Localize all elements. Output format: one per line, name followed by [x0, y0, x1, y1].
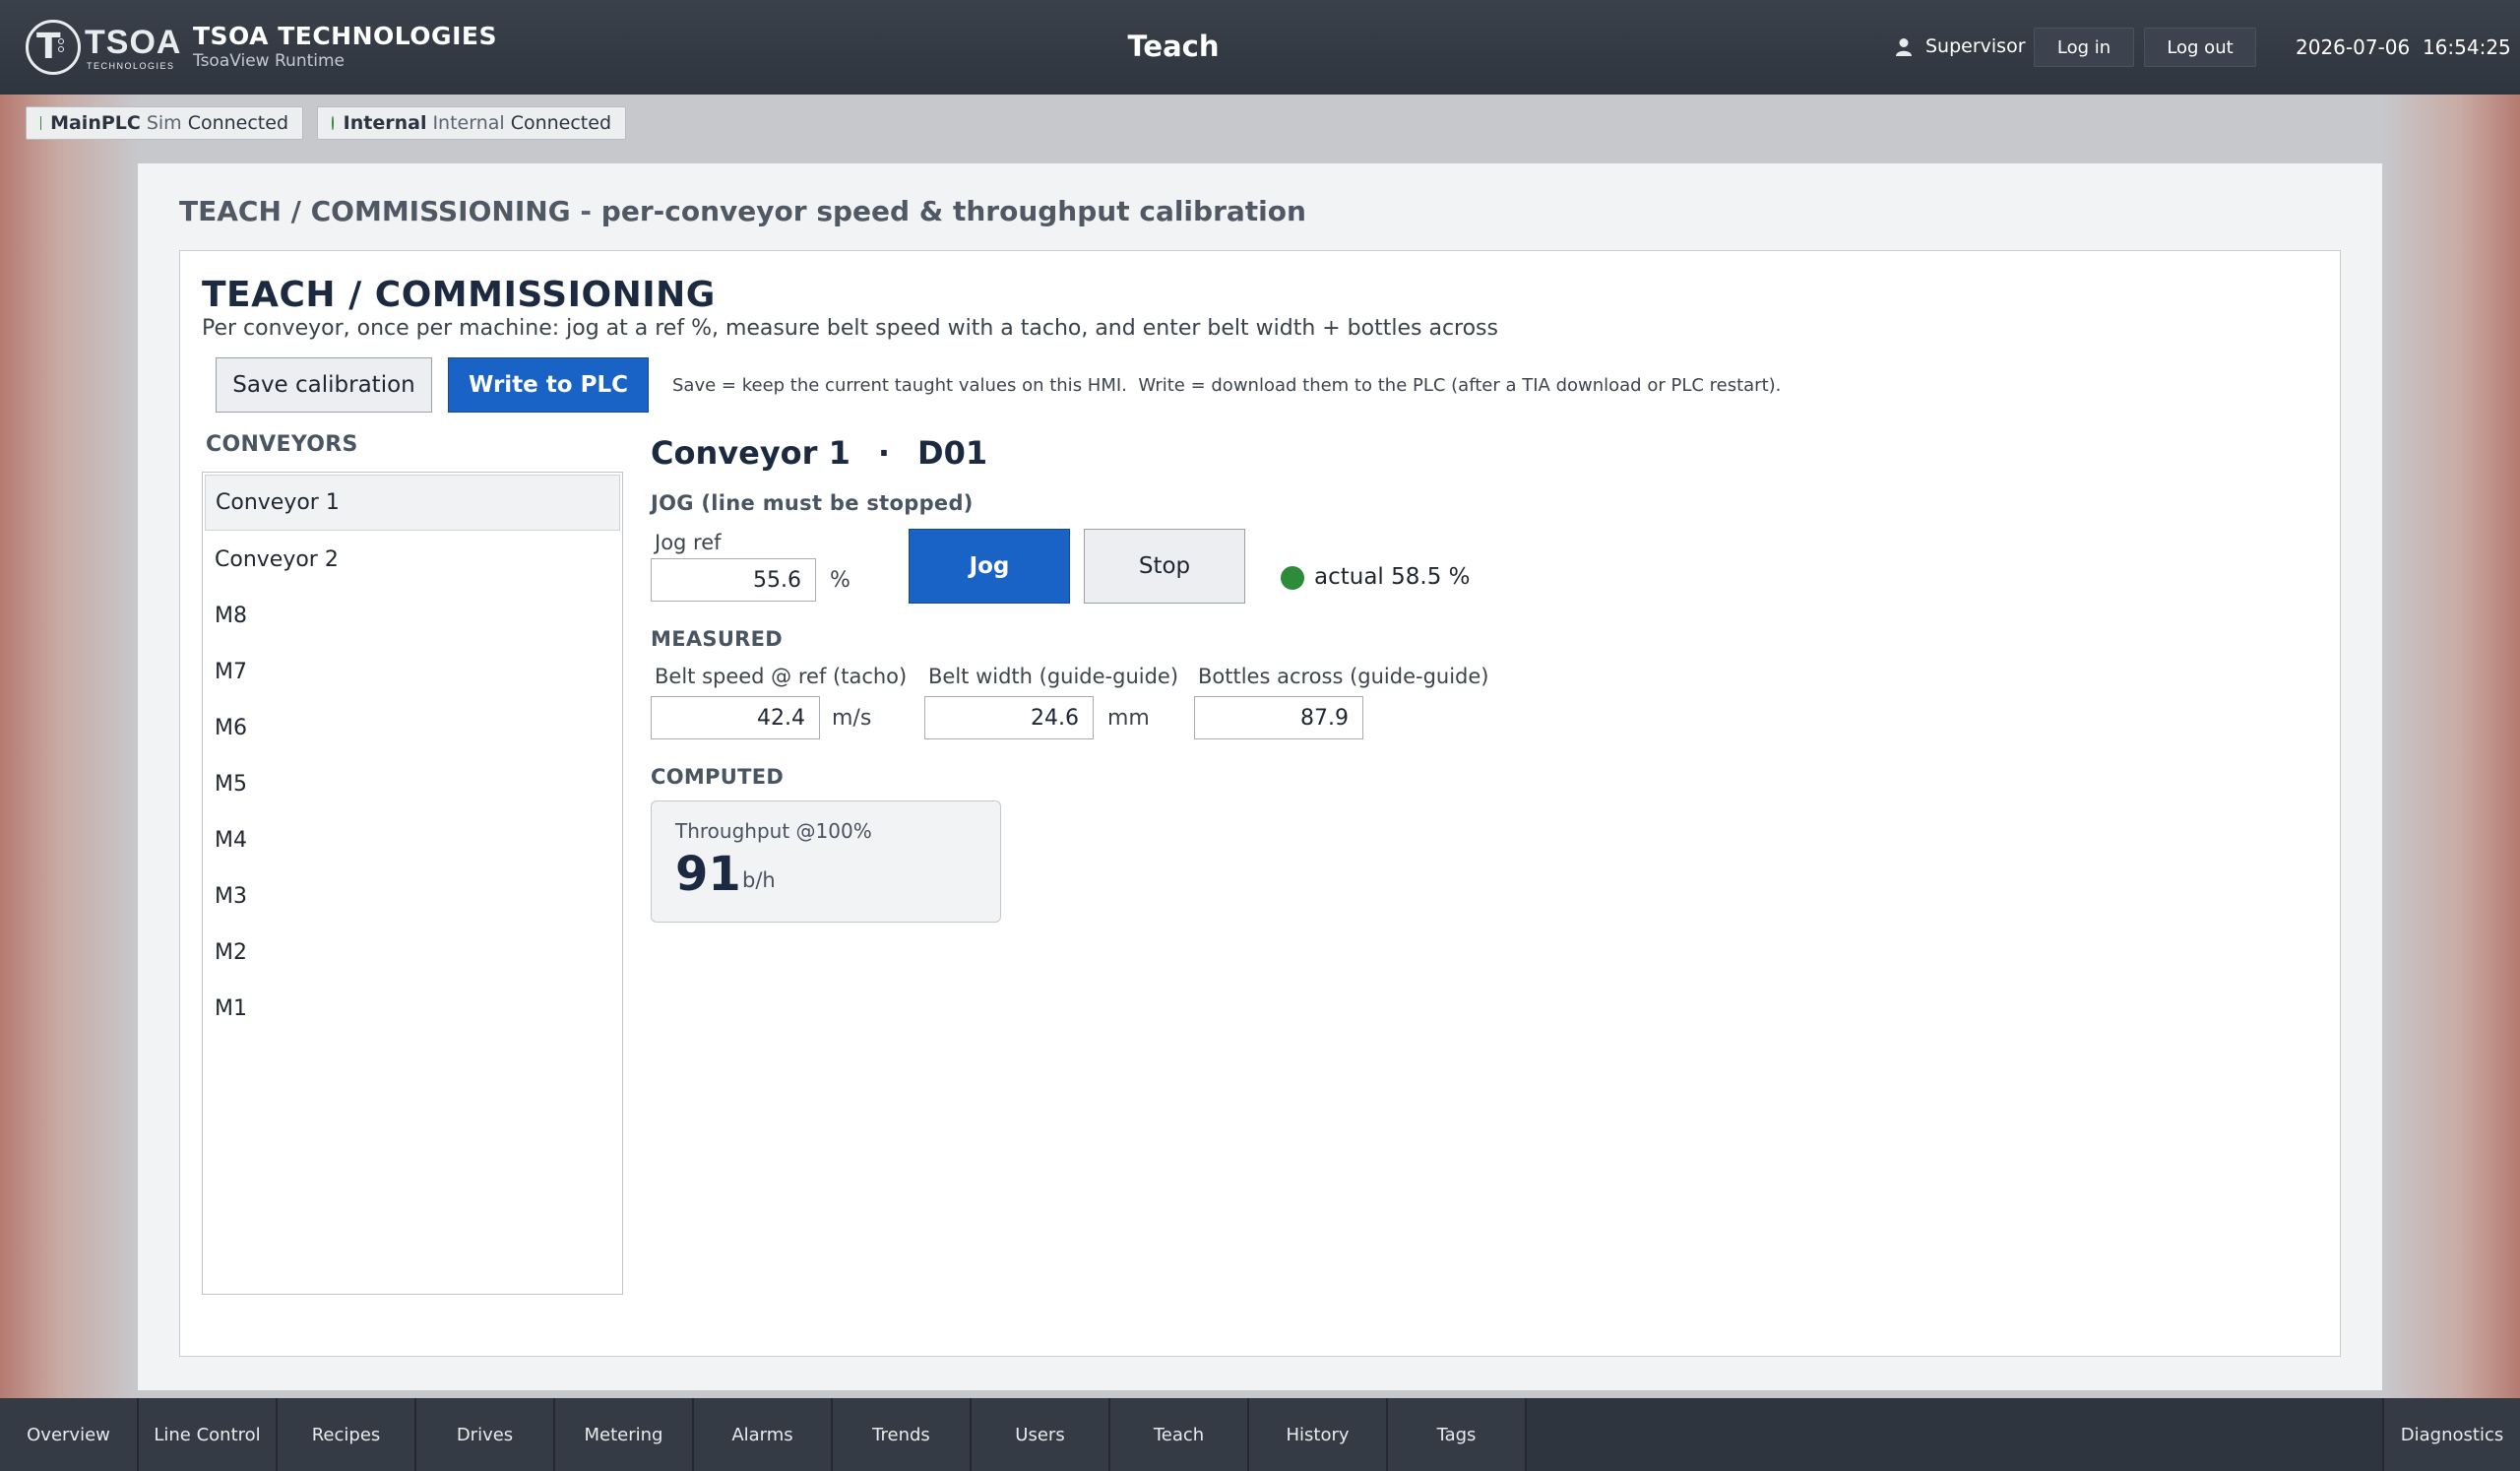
list-item[interactable]: M3 — [205, 868, 620, 925]
nav-tags[interactable]: Tags — [1388, 1398, 1527, 1471]
panel-title-main: TEACH / COMMISSIONING — [179, 195, 571, 227]
jog-section-label: JOG (line must be stopped) — [651, 491, 974, 515]
conveyors-label: CONVEYORS — [206, 432, 358, 457]
page-title: Teach — [1127, 30, 1220, 63]
list-item[interactable]: Conveyor 1 — [205, 475, 620, 531]
list-item[interactable]: Conveyor 2 — [205, 532, 620, 588]
bottom-nav: Overview Line Control Recipes Drives Met… — [0, 1398, 2520, 1471]
list-item[interactable]: M7 — [205, 644, 620, 700]
user-icon — [1896, 38, 1912, 56]
main-panel: TEACH / COMMISSIONING - per-conveyor spe… — [138, 163, 2382, 1390]
list-item[interactable]: M2 — [205, 925, 620, 981]
nav-overview[interactable]: Overview — [0, 1398, 139, 1471]
conveyor-name: Conveyor 1 — [651, 434, 850, 472]
conveyor-code: D01 — [917, 434, 988, 472]
nav-line-control[interactable]: Line Control — [139, 1398, 278, 1471]
jog-ref-label: Jog ref — [655, 531, 722, 554]
current-user: Supervisor — [1925, 35, 2026, 57]
title-separator: · — [877, 434, 890, 472]
connection-status: Connected — [510, 112, 611, 134]
nav-diagnostics[interactable]: Diagnostics — [2382, 1398, 2520, 1471]
panel-title: TEACH / COMMISSIONING - per-conveyor spe… — [179, 195, 1306, 227]
clock: 2026-07-06 16:54:25 — [2296, 35, 2511, 59]
jog-ref-unit: % — [830, 568, 850, 593]
panel-title-sub: per-conveyor speed & throughput calibrat… — [600, 195, 1306, 227]
status-dot-icon — [332, 116, 334, 130]
list-item[interactable]: M4 — [205, 812, 620, 868]
connection-kind: Sim — [146, 112, 182, 134]
belt-speed-input[interactable]: 42.4 — [651, 696, 820, 739]
computed-section-label: COMPUTED — [651, 765, 785, 789]
logout-button[interactable]: Log out — [2144, 28, 2256, 67]
teach-heading: TEACH / COMMISSIONING — [202, 275, 716, 315]
measured-section-label: MEASURED — [651, 627, 784, 651]
connection-kind: Internal — [432, 112, 505, 134]
brand-subtitle: TsoaView Runtime — [193, 51, 345, 71]
login-button[interactable]: Log in — [2034, 28, 2134, 67]
actual-speed: actual 58.5 % — [1314, 564, 1471, 590]
brand-title: TSOA TECHNOLOGIES — [193, 22, 497, 50]
throughput-unit: b/h — [742, 868, 776, 892]
connection-name: Internal — [343, 112, 427, 134]
throughput-card: Throughput @100% 91 b/h — [651, 800, 1001, 923]
panel-title-separator: - — [570, 195, 601, 227]
logo-subtext: TECHNOLOGIES — [87, 61, 175, 71]
write-to-plc-button[interactable]: Write to PLC — [448, 357, 649, 413]
belt-speed-label: Belt speed @ ref (tacho) — [655, 665, 908, 688]
nav-users[interactable]: Users — [972, 1398, 1110, 1471]
nav-drives[interactable]: Drives — [416, 1398, 555, 1471]
nav-metering[interactable]: Metering — [555, 1398, 694, 1471]
jog-button[interactable]: Jog — [909, 529, 1070, 604]
tsoa-logo-icon: T — [26, 20, 81, 75]
jog-ref-input[interactable]: 55.6 — [651, 558, 816, 602]
conveyor-title: Conveyor 1 · D01 — [651, 434, 987, 472]
belt-width-unit: mm — [1107, 706, 1150, 731]
nav-history[interactable]: History — [1249, 1398, 1388, 1471]
list-item[interactable]: M8 — [205, 588, 620, 644]
bottles-across-label: Bottles across (guide-guide) — [1198, 665, 1489, 688]
list-item[interactable]: M1 — [205, 981, 620, 1037]
nav-trends[interactable]: Trends — [833, 1398, 972, 1471]
nav-recipes[interactable]: Recipes — [278, 1398, 416, 1471]
list-item[interactable]: M5 — [205, 756, 620, 812]
belt-width-label: Belt width (guide-guide) — [928, 665, 1179, 688]
connection-mainplc[interactable]: MainPLC Sim Connected — [26, 106, 303, 140]
list-item[interactable]: M6 — [205, 700, 620, 756]
bottles-across-input[interactable]: 87.9 — [1194, 696, 1363, 739]
connection-bar: MainPLC Sim Connected Internal Internal … — [0, 95, 2520, 154]
app-header: T TSOA TECHNOLOGIES TSOA TECHNOLOGIES Ts… — [0, 0, 2520, 95]
belt-speed-unit: m/s — [832, 706, 872, 731]
connection-status: Connected — [187, 112, 288, 134]
connection-internal[interactable]: Internal Internal Connected — [317, 106, 626, 140]
belt-width-input[interactable]: 24.6 — [924, 696, 1094, 739]
throughput-label: Throughput @100% — [675, 819, 872, 843]
teach-card: TEACH / COMMISSIONING Per conveyor, once… — [179, 250, 2341, 1357]
stop-button[interactable]: Stop — [1084, 529, 1245, 604]
logo-wordmark: TSOA — [85, 24, 182, 61]
teach-lead: Per conveyor, once per machine: jog at a… — [202, 316, 1498, 341]
connection-name: MainPLC — [50, 112, 141, 134]
running-status-icon — [1281, 566, 1304, 590]
save-calibration-button[interactable]: Save calibration — [216, 357, 432, 413]
nav-teach[interactable]: Teach — [1110, 1398, 1249, 1471]
save-write-hint: Save = keep the current taught values on… — [672, 375, 1782, 396]
throughput-value: 91 — [675, 847, 741, 902]
nav-alarms[interactable]: Alarms — [694, 1398, 833, 1471]
conveyor-list[interactable]: Conveyor 1 Conveyor 2 M8 M7 M6 M5 M4 M3 … — [202, 472, 623, 1295]
